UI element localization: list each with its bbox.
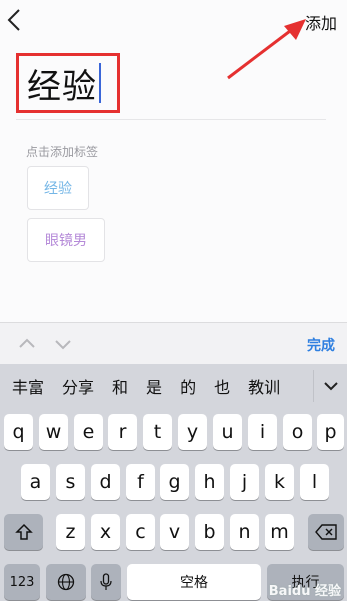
key-n[interactable]: n [230,514,259,550]
key-z[interactable]: z [56,514,85,550]
candidate-item[interactable]: 的 [180,374,196,398]
candidate-item[interactable]: 是 [146,374,162,398]
key-o[interactable]: o [283,414,312,450]
candidate-item[interactable]: 教训 [248,374,280,398]
tag-hint: 点击添加标签 [26,145,99,159]
delete-icon [315,524,337,540]
globe-key[interactable] [46,564,86,600]
watermark: Baidu 经验 [268,584,341,599]
key-c[interactable]: c [126,514,155,550]
keyboard: q w e r t y u i o p a s d f g h j k l z … [0,408,347,601]
delete-key[interactable] [308,514,344,550]
key-h[interactable]: h [195,464,224,500]
key-u[interactable]: u [213,414,242,450]
annotation-arrow [227,19,306,80]
candidate-item[interactable]: 分享 [62,374,94,398]
screen: 添加 经验 点击添加标签 经验 眼镜男 完成 丰富 分享 和 是 的 也 教训 [0,0,347,601]
back-chevron-icon[interactable] [4,6,26,34]
space-key[interactable]: 空格 [127,564,261,600]
key-g[interactable]: g [160,464,189,500]
key-q[interactable]: q [4,414,33,450]
done-button[interactable]: 完成 [307,335,335,355]
candidate-item[interactable]: 丰富 [12,374,44,398]
microphone-icon [100,573,112,590]
key-v[interactable]: v [160,514,189,550]
key-p[interactable]: p [317,414,344,450]
key-s[interactable]: s [56,464,85,500]
key-e[interactable]: e [74,414,103,450]
key-x[interactable]: x [91,514,120,550]
key-m[interactable]: m [265,514,294,550]
key-i[interactable]: i [248,414,277,450]
key-k[interactable]: k [265,464,294,500]
text-caret [99,63,101,103]
divider [16,119,326,120]
chevron-down-icon[interactable] [54,335,72,353]
candidate-item[interactable]: 也 [214,374,230,398]
key-r[interactable]: r [108,414,137,450]
candidate-item[interactable]: 和 [112,374,128,398]
key-w[interactable]: w [39,414,68,450]
tag-chip[interactable]: 眼镜男 [27,218,105,262]
numbers-key[interactable]: 123 [4,564,40,600]
shift-key[interactable] [4,514,43,550]
candidate-expand-icon[interactable] [313,370,347,402]
key-t[interactable]: t [143,414,172,450]
title-input[interactable]: 经验 [16,53,120,113]
tag-chip[interactable]: 经验 [27,166,89,210]
key-f[interactable]: f [126,464,155,500]
key-a[interactable]: a [21,464,50,500]
candidate-bar: 丰富 分享 和 是 的 也 教训 [0,364,347,408]
key-d[interactable]: d [91,464,120,500]
dictation-key[interactable] [91,564,121,600]
key-l[interactable]: l [300,464,329,500]
key-y[interactable]: y [178,414,207,450]
globe-icon [57,573,75,591]
title-text: 经验 [27,66,97,107]
edit-area: 添加 经验 点击添加标签 经验 眼镜男 [0,0,347,322]
key-b[interactable]: b [195,514,224,550]
shift-icon [14,523,33,540]
chevron-up-icon[interactable] [18,335,36,353]
key-j[interactable]: j [230,464,259,500]
keyboard-accessory-bar: 完成 [0,322,347,364]
